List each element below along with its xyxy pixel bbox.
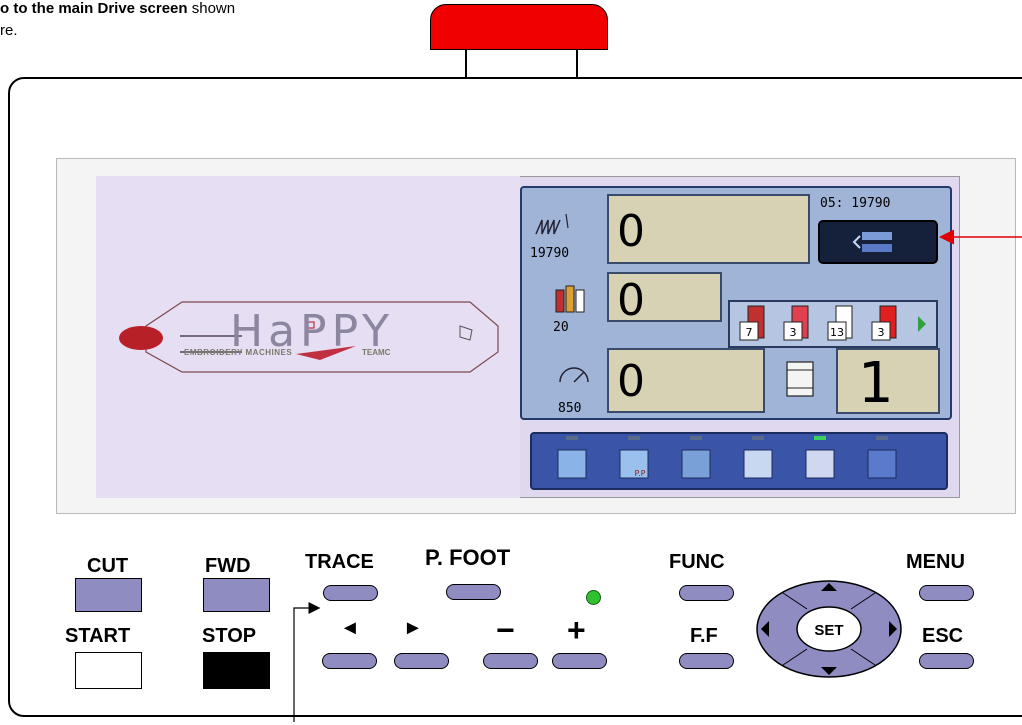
right-arrow-icon: ► bbox=[403, 617, 423, 639]
stitch-total: 19790 bbox=[530, 246, 570, 261]
thread-color-icon bbox=[552, 280, 588, 325]
needle-number: 7 bbox=[746, 326, 753, 339]
design-select-icon[interactable] bbox=[557, 436, 587, 479]
needle-number: 13 bbox=[830, 326, 844, 339]
drive-mode-icon bbox=[852, 232, 892, 252]
needle-number: 3 bbox=[878, 326, 885, 339]
plus-button[interactable] bbox=[552, 653, 607, 669]
thread-tension-icon[interactable] bbox=[681, 436, 711, 479]
menu-label: MENU bbox=[906, 551, 965, 573]
cut-button[interactable] bbox=[75, 578, 142, 612]
fwd-button[interactable] bbox=[203, 578, 270, 612]
emergency-stop-button[interactable] bbox=[430, 4, 608, 50]
color-total: 20 bbox=[553, 320, 569, 335]
speed-total: 850 bbox=[558, 401, 582, 416]
esc-button[interactable] bbox=[919, 653, 974, 669]
design-counter: 05: 19790 bbox=[820, 196, 891, 211]
left-button[interactable] bbox=[322, 653, 377, 669]
speed-gauge-icon bbox=[554, 358, 594, 399]
needle-item: 3 bbox=[871, 305, 897, 341]
frame-forward-label: F.F bbox=[690, 625, 718, 647]
right-button[interactable] bbox=[394, 653, 449, 669]
needle-item: 13 bbox=[827, 305, 853, 341]
menu-button[interactable] bbox=[919, 585, 974, 601]
esc-label: ESC bbox=[922, 625, 964, 647]
button-stand bbox=[465, 50, 578, 78]
presser-foot-button[interactable] bbox=[446, 584, 501, 600]
logo-subtitle: EMBROIDERY MACHINES bbox=[184, 348, 293, 357]
stop-label: STOP bbox=[202, 625, 257, 647]
frame-forward-button[interactable] bbox=[679, 653, 734, 669]
start-label: START bbox=[65, 625, 131, 647]
func-button[interactable] bbox=[679, 585, 734, 601]
instruction-line-1: o to the main Drive screen shown bbox=[0, 0, 235, 17]
presser-foot-label: P. FOOT bbox=[425, 545, 511, 570]
instruction-line-2: re. bbox=[0, 22, 18, 39]
repeat-pattern-icon[interactable] bbox=[743, 436, 773, 479]
fwd-label: FWD bbox=[205, 555, 251, 577]
needle-number: 3 bbox=[790, 326, 797, 339]
start-button[interactable] bbox=[75, 652, 142, 689]
instruction-bold: o to the main Drive screen bbox=[0, 0, 188, 17]
function-icon-bar: P.P bbox=[530, 432, 948, 490]
set-label: SET bbox=[814, 622, 843, 639]
minus-button[interactable] bbox=[483, 653, 538, 669]
drive-mode-button[interactable] bbox=[818, 220, 938, 264]
function-icon-strip: P.P bbox=[557, 436, 897, 479]
frame-origin-icon[interactable] bbox=[805, 436, 835, 479]
repeat-value: 1 bbox=[858, 351, 894, 416]
logo-subtitle-right: TEAMC bbox=[362, 348, 391, 357]
left-arrow-icon: ◄ bbox=[340, 617, 360, 639]
svg-text:P.P: P.P bbox=[635, 469, 646, 478]
needle-sequence[interactable]: 7 3 13 3 bbox=[728, 300, 938, 348]
color-count-value: 0 bbox=[617, 275, 645, 326]
direction-pad[interactable]: SET bbox=[755, 579, 903, 679]
pattern-program-icon[interactable]: P.P bbox=[619, 436, 649, 479]
needle-setting-icon[interactable] bbox=[867, 436, 897, 479]
stitch-count-icon bbox=[532, 206, 576, 251]
needle-item: 3 bbox=[783, 305, 809, 341]
next-arrow-icon bbox=[918, 316, 926, 332]
plus-icon: + bbox=[567, 612, 586, 648]
trace-label: TRACE bbox=[305, 551, 374, 573]
needle-sequence-graphic: 7 3 13 3 bbox=[739, 305, 926, 341]
cut-label: CUT bbox=[87, 555, 129, 577]
minus-icon: − bbox=[496, 612, 515, 648]
speed-value: 0 bbox=[617, 356, 645, 407]
trace-button[interactable] bbox=[323, 585, 378, 601]
needle-item: 7 bbox=[739, 305, 765, 341]
stitch-count-value: 0 bbox=[617, 206, 645, 257]
status-led bbox=[586, 590, 601, 605]
func-label: FUNC bbox=[669, 551, 725, 573]
stop-button[interactable] bbox=[203, 652, 270, 689]
frame-icon bbox=[773, 356, 828, 402]
instruction-rest: shown bbox=[187, 0, 236, 17]
